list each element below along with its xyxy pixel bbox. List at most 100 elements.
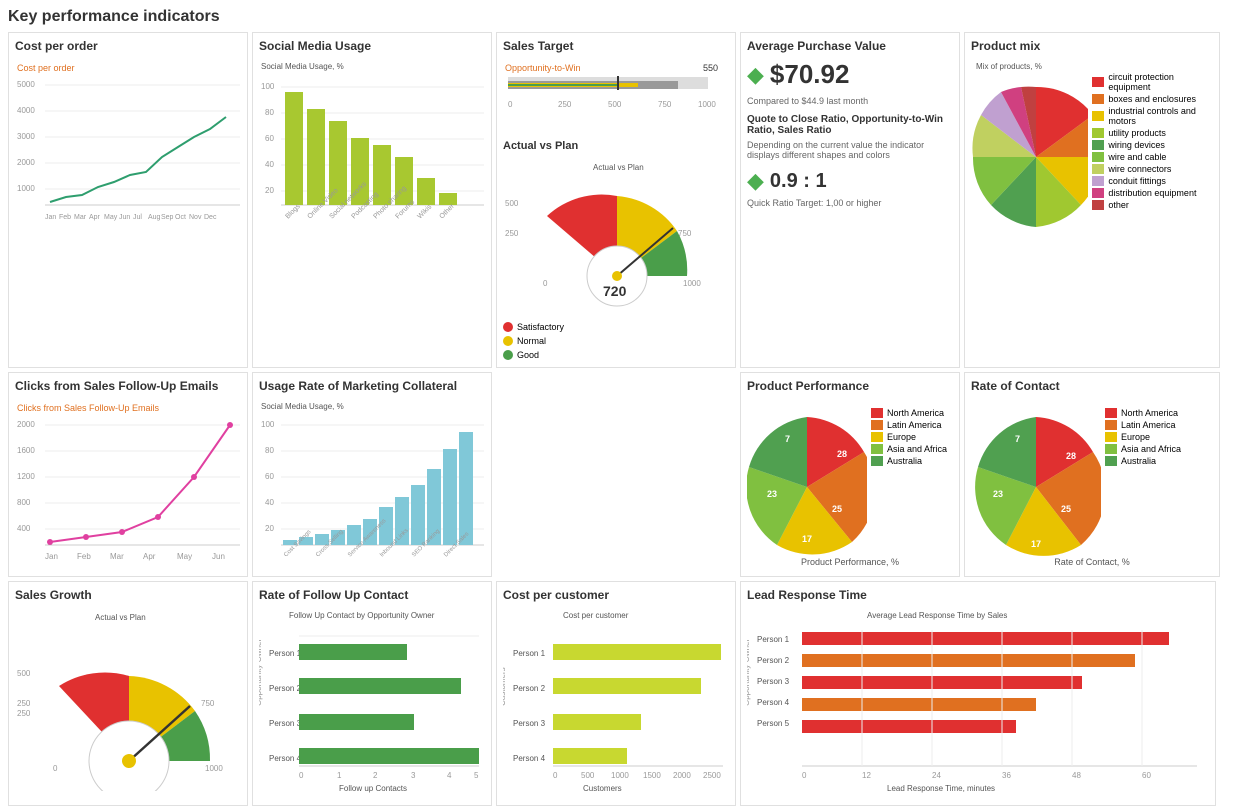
- svg-text:Mar: Mar: [74, 214, 87, 221]
- cost-per-order-chart: Cost per order Cost per order 5000 4000 …: [8, 32, 248, 368]
- svg-text:Mix of products, %: Mix of products, %: [976, 62, 1042, 71]
- clicks-svg: Clicks from Sales Follow-Up Emails 2000 …: [15, 397, 243, 567]
- legend-normal: Normal: [503, 336, 729, 346]
- svg-text:Jun: Jun: [119, 214, 130, 221]
- svg-text:Person 1: Person 1: [757, 635, 790, 644]
- sales-growth-chart: Sales Growth Actual vs Plan 500 250 720 …: [8, 581, 248, 806]
- ratio-diamond-icon: ◆: [747, 168, 764, 194]
- legend-utility: utility products: [1092, 128, 1213, 138]
- svg-text:May: May: [177, 552, 192, 561]
- svg-text:500: 500: [581, 771, 595, 780]
- svg-text:Jan: Jan: [45, 552, 58, 561]
- marketing-collateral-chart: Usage Rate of Marketing Collateral Socia…: [252, 372, 492, 577]
- svg-text:0: 0: [802, 771, 807, 780]
- svg-text:60: 60: [1142, 771, 1151, 780]
- svg-text:48: 48: [1072, 771, 1081, 780]
- svg-text:Cost per customer: Cost per customer: [563, 611, 629, 620]
- legend-industrial: industrial controls and motors: [1092, 106, 1213, 126]
- kpi-value: $70.92: [770, 59, 850, 90]
- svg-text:Person 3: Person 3: [757, 677, 790, 686]
- svg-text:80: 80: [265, 108, 274, 117]
- svg-text:Opportunity Owner: Opportunity Owner: [747, 639, 751, 706]
- svg-text:60: 60: [265, 472, 274, 481]
- rc-legend-eu: Europe: [1105, 432, 1181, 442]
- svg-text:Feb: Feb: [59, 214, 71, 221]
- product-performance-chart: Product Performance 28 25 17 23 7: [740, 372, 960, 577]
- rate-of-contact-chart: Rate of Contact 28 25 17 23 7: [964, 372, 1220, 577]
- legend-wiring: wiring devices: [1092, 140, 1213, 150]
- svg-text:5: 5: [474, 771, 479, 780]
- svg-text:25: 25: [832, 504, 842, 514]
- svg-text:25: 25: [1061, 504, 1071, 514]
- svg-text:May: May: [104, 214, 118, 221]
- svg-text:Person 2: Person 2: [513, 684, 546, 693]
- svg-text:500: 500: [505, 199, 519, 208]
- svg-text:1000: 1000: [698, 100, 716, 109]
- svg-text:250: 250: [558, 100, 572, 109]
- svg-text:Follow up Contacts: Follow up Contacts: [339, 784, 407, 793]
- product-perf-title: Product Performance: [747, 379, 953, 393]
- legend-other: other: [1092, 200, 1213, 210]
- svg-text:2000: 2000: [673, 771, 691, 780]
- bar-1: [285, 92, 303, 205]
- svg-text:20: 20: [265, 524, 274, 533]
- follow-up-contact-chart: Rate of Follow Up Contact Follow Up Cont…: [252, 581, 492, 806]
- legend-distribution: distribution equipment: [1092, 188, 1213, 198]
- svg-text:0: 0: [508, 100, 513, 109]
- svg-text:80: 80: [265, 446, 274, 455]
- svg-text:Apr: Apr: [89, 214, 101, 221]
- product-perf-subtitle: Product Performance, %: [747, 557, 953, 567]
- sales-target-title: Sales Target: [503, 39, 729, 53]
- product-mix-chart: Product mix Mix of products, %: [964, 32, 1220, 368]
- svg-text:Social Media Usage, %: Social Media Usage, %: [261, 62, 344, 71]
- svg-text:Person 3: Person 3: [513, 719, 546, 728]
- ratio-title: Quote to Close Ratio, Opportunity-to-Win…: [747, 114, 953, 136]
- svg-text:7: 7: [785, 434, 790, 444]
- diamond-icon: ◆: [747, 62, 764, 88]
- product-mix-svg: Mix of products, %: [971, 57, 1088, 227]
- svg-text:1000: 1000: [17, 184, 35, 193]
- svg-text:100: 100: [261, 420, 275, 429]
- social-media-title: Social Media Usage: [259, 39, 485, 53]
- lead-response-chart: Lead Response Time Average Lead Response…: [740, 581, 1216, 806]
- svg-text:40: 40: [265, 160, 274, 169]
- svg-text:23: 23: [767, 489, 777, 499]
- follow-up-svg: Follow Up Contact by Opportunity Owner O…: [259, 606, 487, 796]
- rc-legend-la: Latin America: [1105, 420, 1181, 430]
- rate-contact-svg: 28 25 17 23 7: [971, 397, 1101, 557]
- svg-text:5000: 5000: [17, 80, 35, 89]
- svg-text:2500: 2500: [703, 771, 721, 780]
- svg-text:400: 400: [17, 524, 31, 533]
- svg-text:Average Lead Response Time by: Average Lead Response Time by Sales: [867, 611, 1007, 620]
- svg-text:0: 0: [299, 771, 304, 780]
- pp-legend-asia: Asia and Africa: [871, 444, 947, 454]
- svg-text:Opportunity Owner: Opportunity Owner: [259, 639, 263, 706]
- product-perf-svg: 28 25 17 23 7: [747, 397, 867, 557]
- sales-target-chart: Sales Target Opportunity-to-Win 550 0 25…: [496, 32, 736, 368]
- svg-text:Lead Response Time, minutes: Lead Response Time, minutes: [887, 784, 995, 793]
- social-media-chart: Social Media Usage Social Media Usage, %…: [252, 32, 492, 368]
- svg-text:23: 23: [993, 489, 1003, 499]
- svg-text:4: 4: [447, 771, 452, 780]
- lead-response-title: Lead Response Time: [747, 588, 1209, 602]
- ratio-desc: Depending on the current value the indic…: [747, 140, 953, 160]
- svg-text:2000: 2000: [17, 420, 35, 429]
- svg-text:Customers: Customers: [583, 784, 622, 793]
- cost-per-order-svg: Cost per order 5000 4000 3000 2000 1000 …: [15, 57, 243, 227]
- svg-text:7: 7: [1015, 434, 1020, 444]
- social-media-svg: Social Media Usage, % 100 80 60 40 20: [259, 57, 487, 227]
- avg-purchase-title: Average Purchase Value: [747, 39, 953, 53]
- svg-text:28: 28: [837, 449, 847, 459]
- svg-text:Person 2: Person 2: [269, 684, 302, 693]
- svg-text:2: 2: [373, 771, 378, 780]
- svg-text:4000: 4000: [17, 106, 35, 115]
- svg-text:Person 1: Person 1: [269, 649, 302, 658]
- kpi-comparison: Compared to $44.9 last month: [747, 96, 953, 106]
- svg-text:17: 17: [1031, 539, 1041, 549]
- svg-text:Apr: Apr: [143, 552, 156, 561]
- legend-satisfactory: Satisfactory: [503, 322, 729, 332]
- rate-contact-subtitle: Rate of Contact, %: [971, 557, 1213, 567]
- svg-text:3: 3: [411, 771, 416, 780]
- svg-text:Person 4: Person 4: [757, 698, 790, 707]
- cost-subtitle: Cost per order: [17, 63, 75, 73]
